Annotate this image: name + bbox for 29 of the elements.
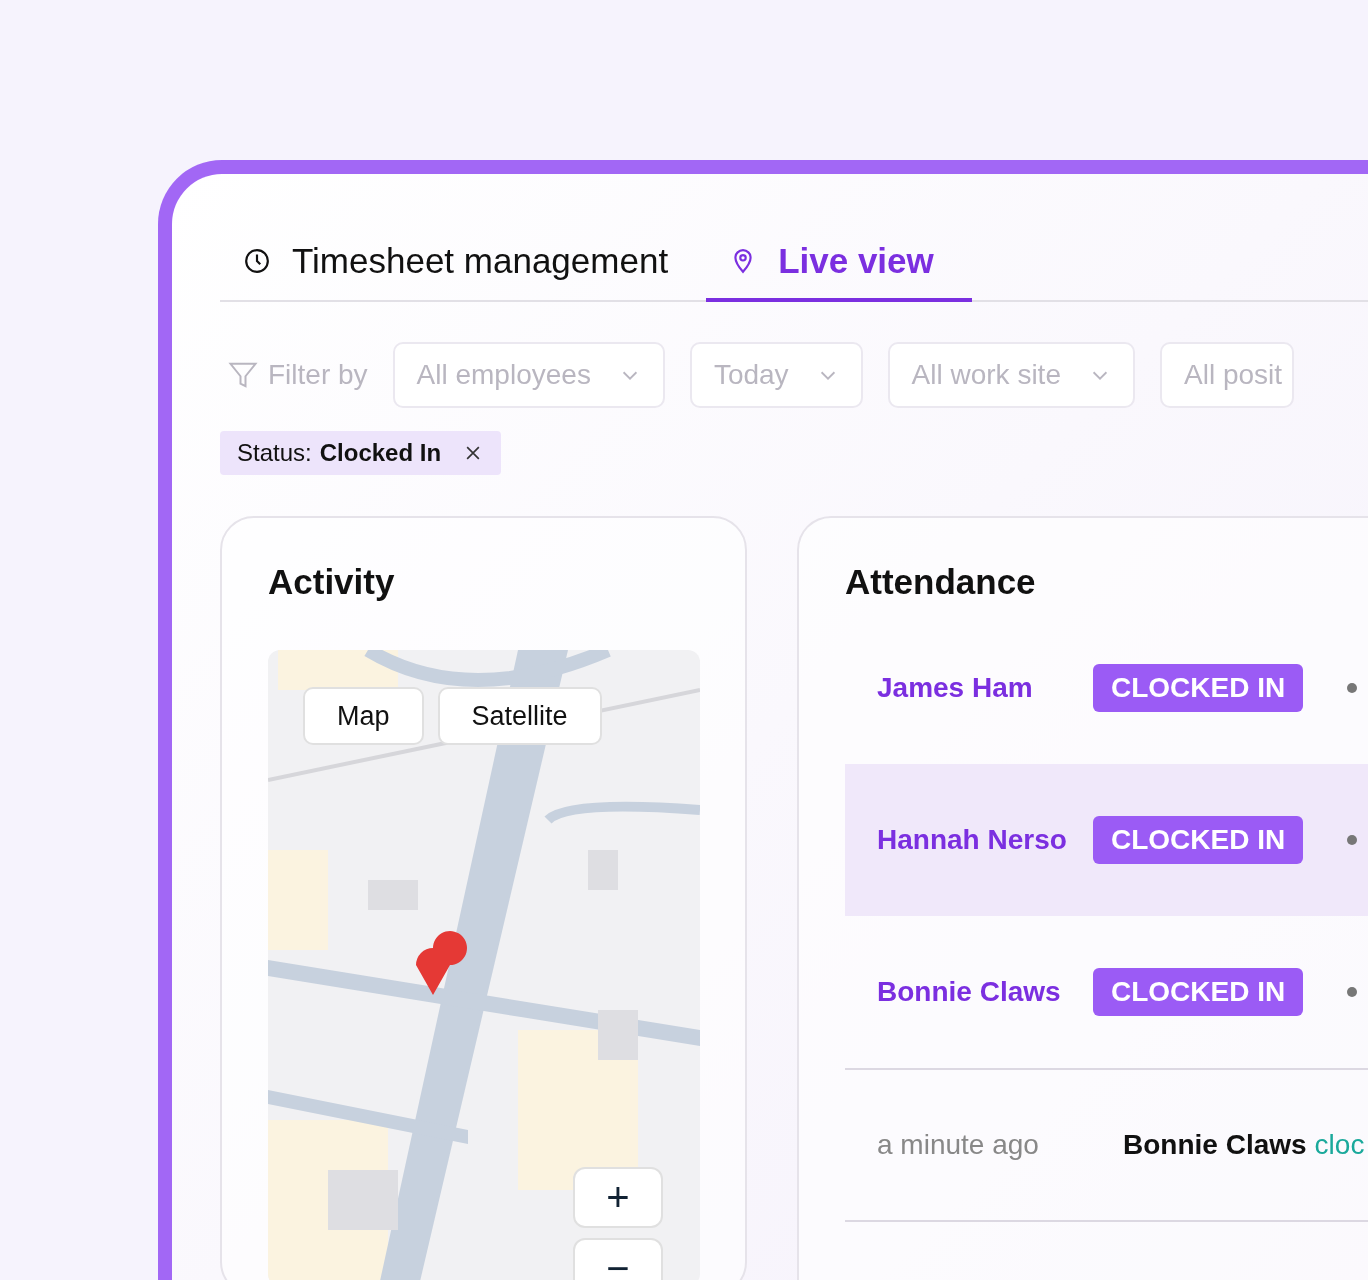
- card-title: Attendance: [845, 562, 1037, 602]
- more-icon[interactable]: [1347, 987, 1358, 997]
- event-employee: Bonnie Claws: [1123, 1129, 1307, 1160]
- map-type-button[interactable]: Satellite: [437, 687, 602, 745]
- zoom-out-button[interactable]: −: [573, 1238, 663, 1280]
- attendance-row[interactable]: James Ham CLOCKED IN: [845, 612, 1368, 764]
- tab[interactable]: Live view: [706, 224, 972, 302]
- employee-name[interactable]: Bonnie Claws: [877, 976, 1093, 1008]
- chip-value: Clocked In: [319, 439, 442, 467]
- map-type-button[interactable]: Map: [303, 687, 424, 745]
- more-icon[interactable]: [1347, 835, 1358, 845]
- employee-name[interactable]: James Ham: [877, 672, 1093, 704]
- event-time: a minute ago: [877, 1129, 1040, 1161]
- tab[interactable]: Timesheet management: [220, 224, 707, 302]
- card-title: Activity: [268, 562, 396, 602]
- filter-label: Filter by: [220, 359, 368, 391]
- chip-label: Status:: [237, 439, 312, 467]
- attendance-row[interactable]: Hannah Nerso CLOCKED IN: [845, 764, 1368, 916]
- status-badge: CLOCKED IN: [1093, 816, 1304, 864]
- map-panel[interactable]: Map Satellite + −: [268, 650, 700, 1280]
- filter-icon: [228, 360, 258, 390]
- clock-icon: [244, 248, 270, 274]
- status-badge: CLOCKED IN: [1093, 664, 1304, 712]
- attendance-row[interactable]: Bonnie Claws CLOCKED IN: [845, 916, 1368, 1068]
- event-action: cloc: [1314, 1129, 1365, 1160]
- status-badge: CLOCKED IN: [1093, 968, 1304, 1016]
- more-icon[interactable]: [1347, 683, 1358, 693]
- employee-name[interactable]: Hannah Nerso: [877, 824, 1093, 856]
- zoom-in-button[interactable]: +: [573, 1167, 663, 1228]
